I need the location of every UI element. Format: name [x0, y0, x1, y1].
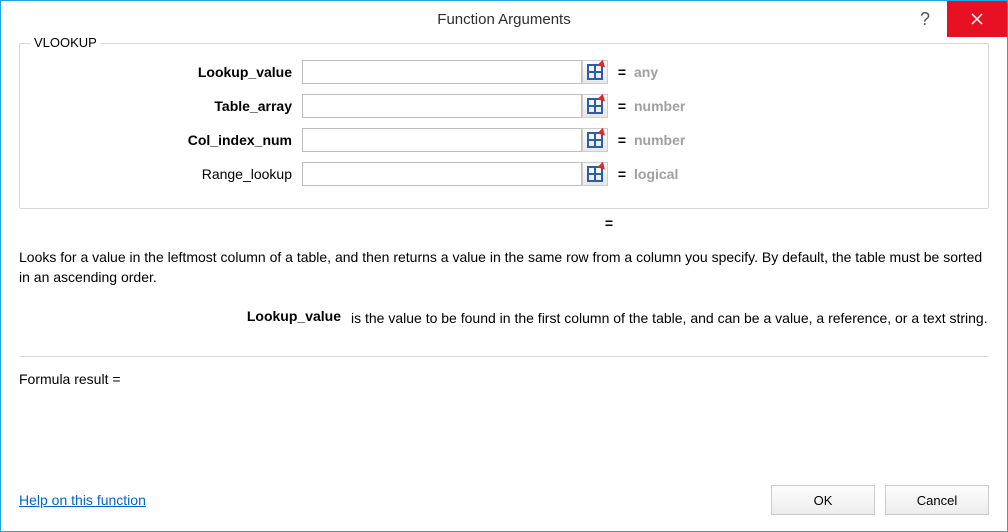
- arg-input-range-lookup[interactable]: [302, 162, 582, 186]
- close-button[interactable]: [947, 1, 1007, 37]
- arg-label-range-lookup: Range_lookup: [42, 166, 302, 182]
- range-select-icon: [587, 98, 603, 114]
- divider: [19, 356, 989, 357]
- arg-input-table-array[interactable]: [302, 94, 582, 118]
- current-arg-label: Lookup_value: [19, 308, 341, 328]
- cancel-button[interactable]: Cancel: [885, 485, 989, 515]
- collapse-button-lookup-value[interactable]: [582, 60, 608, 84]
- arg-label-lookup-value: Lookup_value: [42, 64, 302, 80]
- ok-button[interactable]: OK: [771, 485, 875, 515]
- close-icon: [970, 12, 984, 26]
- function-name-label: VLOOKUP: [30, 35, 101, 50]
- result-preview-value: [621, 215, 989, 231]
- window-title: Function Arguments: [1, 11, 1007, 28]
- collapse-button-range-lookup[interactable]: [582, 162, 608, 186]
- help-icon[interactable]: ?: [903, 1, 947, 37]
- equals-sign: =: [597, 215, 621, 231]
- arg-hint-table-array: number: [634, 98, 966, 114]
- titlebar[interactable]: Function Arguments ?: [1, 1, 1007, 37]
- help-link[interactable]: Help on this function: [19, 492, 146, 508]
- equals-sign: =: [610, 64, 634, 80]
- arg-hint-col-index-num: number: [634, 132, 966, 148]
- equals-sign: =: [610, 98, 634, 114]
- formula-result-label: Formula result =: [19, 371, 121, 387]
- arg-input-lookup-value[interactable]: [302, 60, 582, 84]
- collapse-button-table-array[interactable]: [582, 94, 608, 118]
- function-description: Looks for a value in the leftmost column…: [19, 247, 989, 288]
- arg-hint-lookup-value: any: [634, 64, 966, 80]
- current-arg-description: is the value to be found in the first co…: [351, 308, 989, 328]
- arg-label-table-array: Table_array: [42, 98, 302, 114]
- range-select-icon: [587, 132, 603, 148]
- formula-result-row: Formula result =: [19, 371, 989, 387]
- arguments-group: VLOOKUP Lookup_value = any Table_array =…: [19, 43, 989, 209]
- equals-sign: =: [610, 166, 634, 182]
- function-arguments-dialog: Function Arguments ? VLOOKUP Lookup_valu…: [0, 0, 1008, 532]
- collapse-button-col-index-num[interactable]: [582, 128, 608, 152]
- range-select-icon: [587, 166, 603, 182]
- arg-hint-range-lookup: logical: [634, 166, 966, 182]
- equals-sign: =: [610, 132, 634, 148]
- arg-input-col-index-num[interactable]: [302, 128, 582, 152]
- arg-label-col-index-num: Col_index_num: [42, 132, 302, 148]
- result-preview-row: =: [19, 209, 989, 241]
- range-select-icon: [587, 64, 603, 80]
